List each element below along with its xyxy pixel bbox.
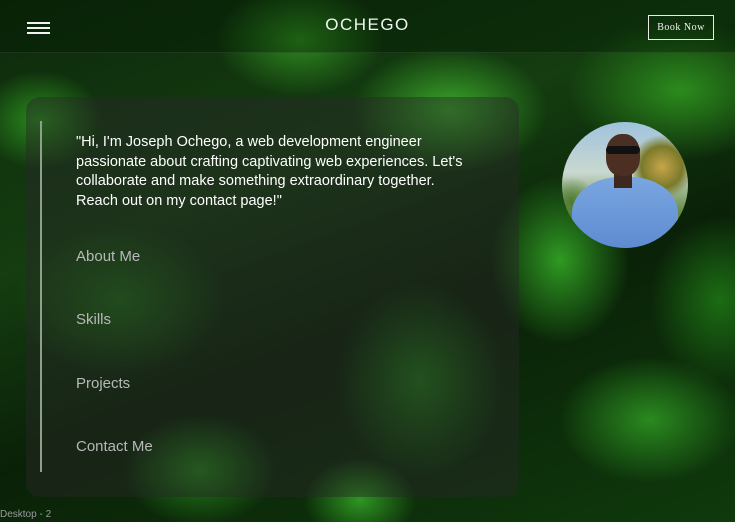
frame-label: Desktop - 2 [0,509,52,520]
nav-about-me[interactable]: About Me [76,248,140,265]
profile-avatar [562,122,688,248]
top-bar: OCHEGO Book Now [0,0,735,53]
nav-contact-me[interactable]: Contact Me [76,438,153,455]
brand-logo[interactable]: OCHEGO [0,15,735,35]
panel-divider-line [40,121,42,472]
nav-skills[interactable]: Skills [76,311,111,328]
intro-text: "Hi, I'm Joseph Ochego, a web developmen… [76,134,463,209]
nav-projects[interactable]: Projects [76,375,130,392]
book-now-button[interactable]: Book Now [648,15,714,40]
